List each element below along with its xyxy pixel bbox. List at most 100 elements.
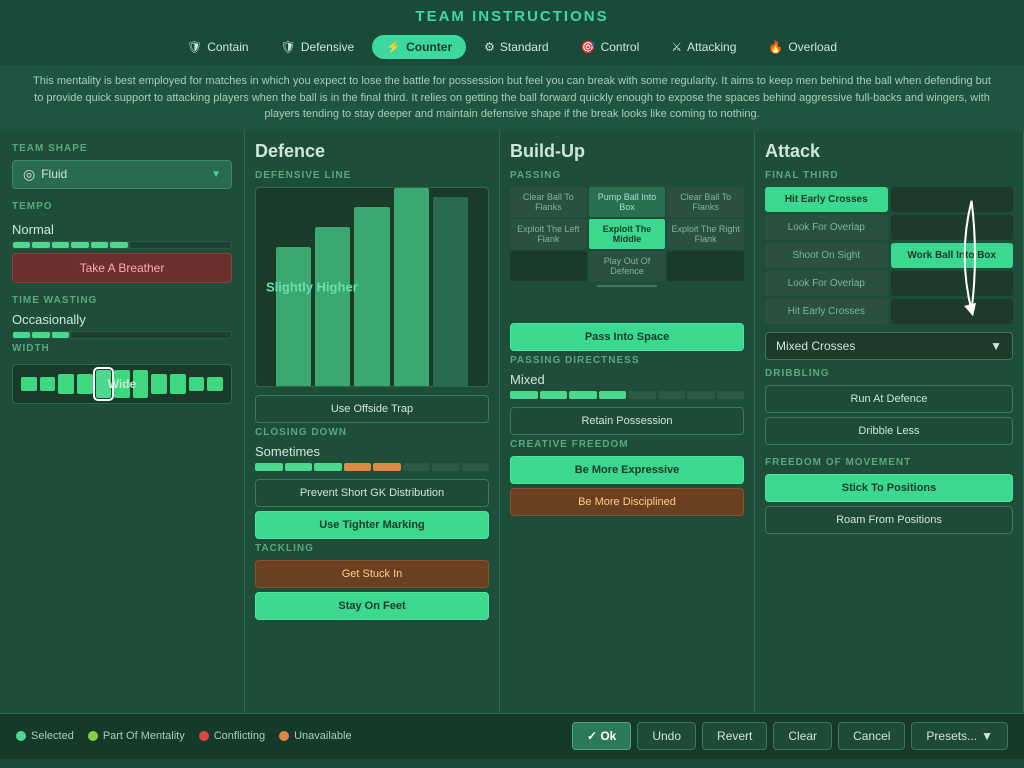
pp-7	[687, 391, 715, 399]
take-breather-button[interactable]: Take A Breather	[12, 253, 232, 283]
tempo-value: Normal	[12, 222, 232, 237]
cp-7	[432, 463, 460, 471]
crosses-chevron-icon: ▼	[990, 339, 1002, 353]
pass-directness-value: Mixed	[510, 372, 744, 387]
tab-defensive[interactable]: 🛡 Defensive	[267, 35, 369, 59]
ag-work-ball[interactable]: Work Ball Into Box	[891, 243, 1014, 268]
legend-mentality: Part Of Mentality	[88, 730, 185, 742]
width-seg-8	[151, 374, 167, 394]
creative-freedom-label: CREATIVE FREEDOM	[510, 439, 744, 450]
description: This mentality is best employed for matc…	[0, 65, 1024, 131]
ag-hit-early-2[interactable]: Hit Early Crosses	[765, 299, 888, 324]
width-seg-2	[40, 377, 56, 391]
ok-button[interactable]: ✓ Ok	[572, 722, 631, 750]
pg-clear-left[interactable]: Clear Ball To Flanks	[510, 187, 587, 217]
run-at-defence-button[interactable]: Run At Defence	[765, 385, 1013, 413]
page-title: TEAM INSTRUCTIONS	[0, 0, 1024, 31]
final-third-label: FINAL THIRD	[765, 170, 1013, 181]
tempo-seg-2	[32, 242, 49, 248]
closing-progress	[255, 463, 489, 471]
cp-8	[462, 463, 490, 471]
fom-buttons: Stick To Positions Roam From Positions	[765, 474, 1013, 538]
ag-empty-4	[891, 299, 1014, 324]
legend: Selected Part Of Mentality Conflicting U…	[16, 730, 352, 742]
attack-panel: Attack FINAL THIRD Hit Early Crosses Loo…	[755, 131, 1024, 713]
ag-hit-early-1[interactable]: Hit Early Crosses	[765, 187, 888, 212]
width-seg-10	[189, 377, 205, 391]
width-value: Wide	[108, 377, 137, 391]
be-expressive-button[interactable]: Be More Expressive	[510, 456, 744, 484]
defensive-icon: 🛡	[281, 40, 296, 54]
undo-button[interactable]: Undo	[637, 722, 696, 750]
team-shape-select[interactable]: ◎ Fluid ▼	[12, 160, 232, 189]
crosses-dropdown[interactable]: Mixed Crosses ▼	[765, 332, 1013, 360]
pass-into-space-button[interactable]: Pass Into Space	[510, 323, 744, 351]
pp-2	[540, 391, 568, 399]
pg-exploit-left[interactable]: Exploit The Left Flank	[510, 219, 587, 249]
width-seg-4	[77, 374, 93, 394]
conflict-dot	[199, 731, 209, 741]
cancel-button[interactable]: Cancel	[838, 722, 905, 750]
tab-counter[interactable]: ⚡ Counter	[372, 35, 466, 59]
be-disciplined-button[interactable]: Be More Disciplined	[510, 488, 744, 516]
offside-trap-button[interactable]: Use Offside Trap	[255, 395, 489, 423]
time-wasting-bar	[12, 331, 232, 339]
tighter-marking-button[interactable]: Use Tighter Marking	[255, 511, 489, 539]
retain-possession-button[interactable]: Retain Possession	[510, 407, 744, 435]
ag-shoot-sight[interactable]: Shoot On Sight	[765, 243, 888, 268]
tempo-seg-4	[71, 242, 88, 248]
defence-title: Defence	[255, 141, 489, 162]
revert-button[interactable]: Revert	[702, 722, 767, 750]
chevron-down-icon: ▼	[211, 169, 221, 180]
clear-button[interactable]: Clear	[773, 722, 832, 750]
pg-bottom-spacer	[510, 285, 744, 315]
pg-empty-2	[667, 251, 744, 281]
stick-positions-button[interactable]: Stick To Positions	[765, 474, 1013, 502]
cp-1	[255, 463, 283, 471]
prevent-gk-button[interactable]: Prevent Short GK Distribution	[255, 479, 489, 507]
tab-contain[interactable]: 🛡 Contain	[173, 35, 263, 59]
tempo-seg-rest	[130, 242, 231, 248]
tempo-seg-3	[52, 242, 69, 248]
width-seg-9	[170, 374, 186, 394]
tempo-seg-1	[13, 242, 30, 248]
width-slider[interactable]: Wide	[12, 364, 232, 404]
tab-attacking[interactable]: ⚔ Attacking	[657, 35, 750, 59]
attacking-icon: ⚔	[671, 40, 682, 54]
pg-exploit-middle[interactable]: Exploit The Middle	[589, 219, 666, 249]
def-bar-3	[354, 207, 389, 385]
tw-seg-3	[52, 332, 69, 338]
pg-play-out[interactable]: Play Out Of Defence	[589, 251, 666, 281]
fom-label: FREEDOM OF MOVEMENT	[765, 457, 1013, 468]
pg-pump-box[interactable]: Pump Ball Into Box	[589, 187, 666, 217]
buildup-panel: Build-Up PASSING Clear Ball To Flanks Pu…	[500, 131, 755, 713]
ag-empty-1	[891, 187, 1014, 212]
def-bar-2	[315, 227, 350, 385]
pp-8	[717, 391, 745, 399]
def-line-value: Slightly Higher	[266, 279, 358, 294]
closing-down-label: CLOSING DOWN	[255, 427, 489, 438]
pg-clear-right[interactable]: Clear Ball To Flanks	[667, 187, 744, 217]
pp-5	[628, 391, 656, 399]
pg-exploit-right[interactable]: Exploit The Right Flank	[667, 219, 744, 249]
tab-control[interactable]: 🎯 Control	[567, 35, 654, 59]
cp-3	[314, 463, 342, 471]
tab-standard[interactable]: ⚙ Standard	[470, 35, 562, 59]
selected-dot	[16, 731, 26, 741]
tab-overload[interactable]: 🔥 Overload	[754, 35, 851, 59]
ag-look-overlap-2[interactable]: Look For Overlap	[765, 271, 888, 296]
attack-grid: Hit Early Crosses Look For Overlap Shoot…	[765, 187, 1013, 324]
pass-directness-label: PASSING DIRECTNESS	[510, 355, 744, 366]
roam-positions-button[interactable]: Roam From Positions	[765, 506, 1013, 534]
get-stuck-button[interactable]: Get Stuck In	[255, 560, 489, 588]
pp-1	[510, 391, 538, 399]
counter-icon: ⚡	[386, 40, 401, 54]
ag-look-overlap-1[interactable]: Look For Overlap	[765, 215, 888, 240]
def-line-visual: Slightly Higher	[255, 187, 489, 387]
dribble-less-button[interactable]: Dribble Less	[765, 417, 1013, 445]
defence-panel: Defence DEFENSIVE LINE Slightly Higher U…	[245, 131, 500, 713]
stay-feet-button[interactable]: Stay On Feet	[255, 592, 489, 620]
action-buttons: ✓ Ok Undo Revert Clear Cancel Presets...…	[572, 722, 1008, 750]
presets-button[interactable]: Presets... ▼	[911, 722, 1008, 750]
pg-empty-1	[510, 251, 587, 281]
